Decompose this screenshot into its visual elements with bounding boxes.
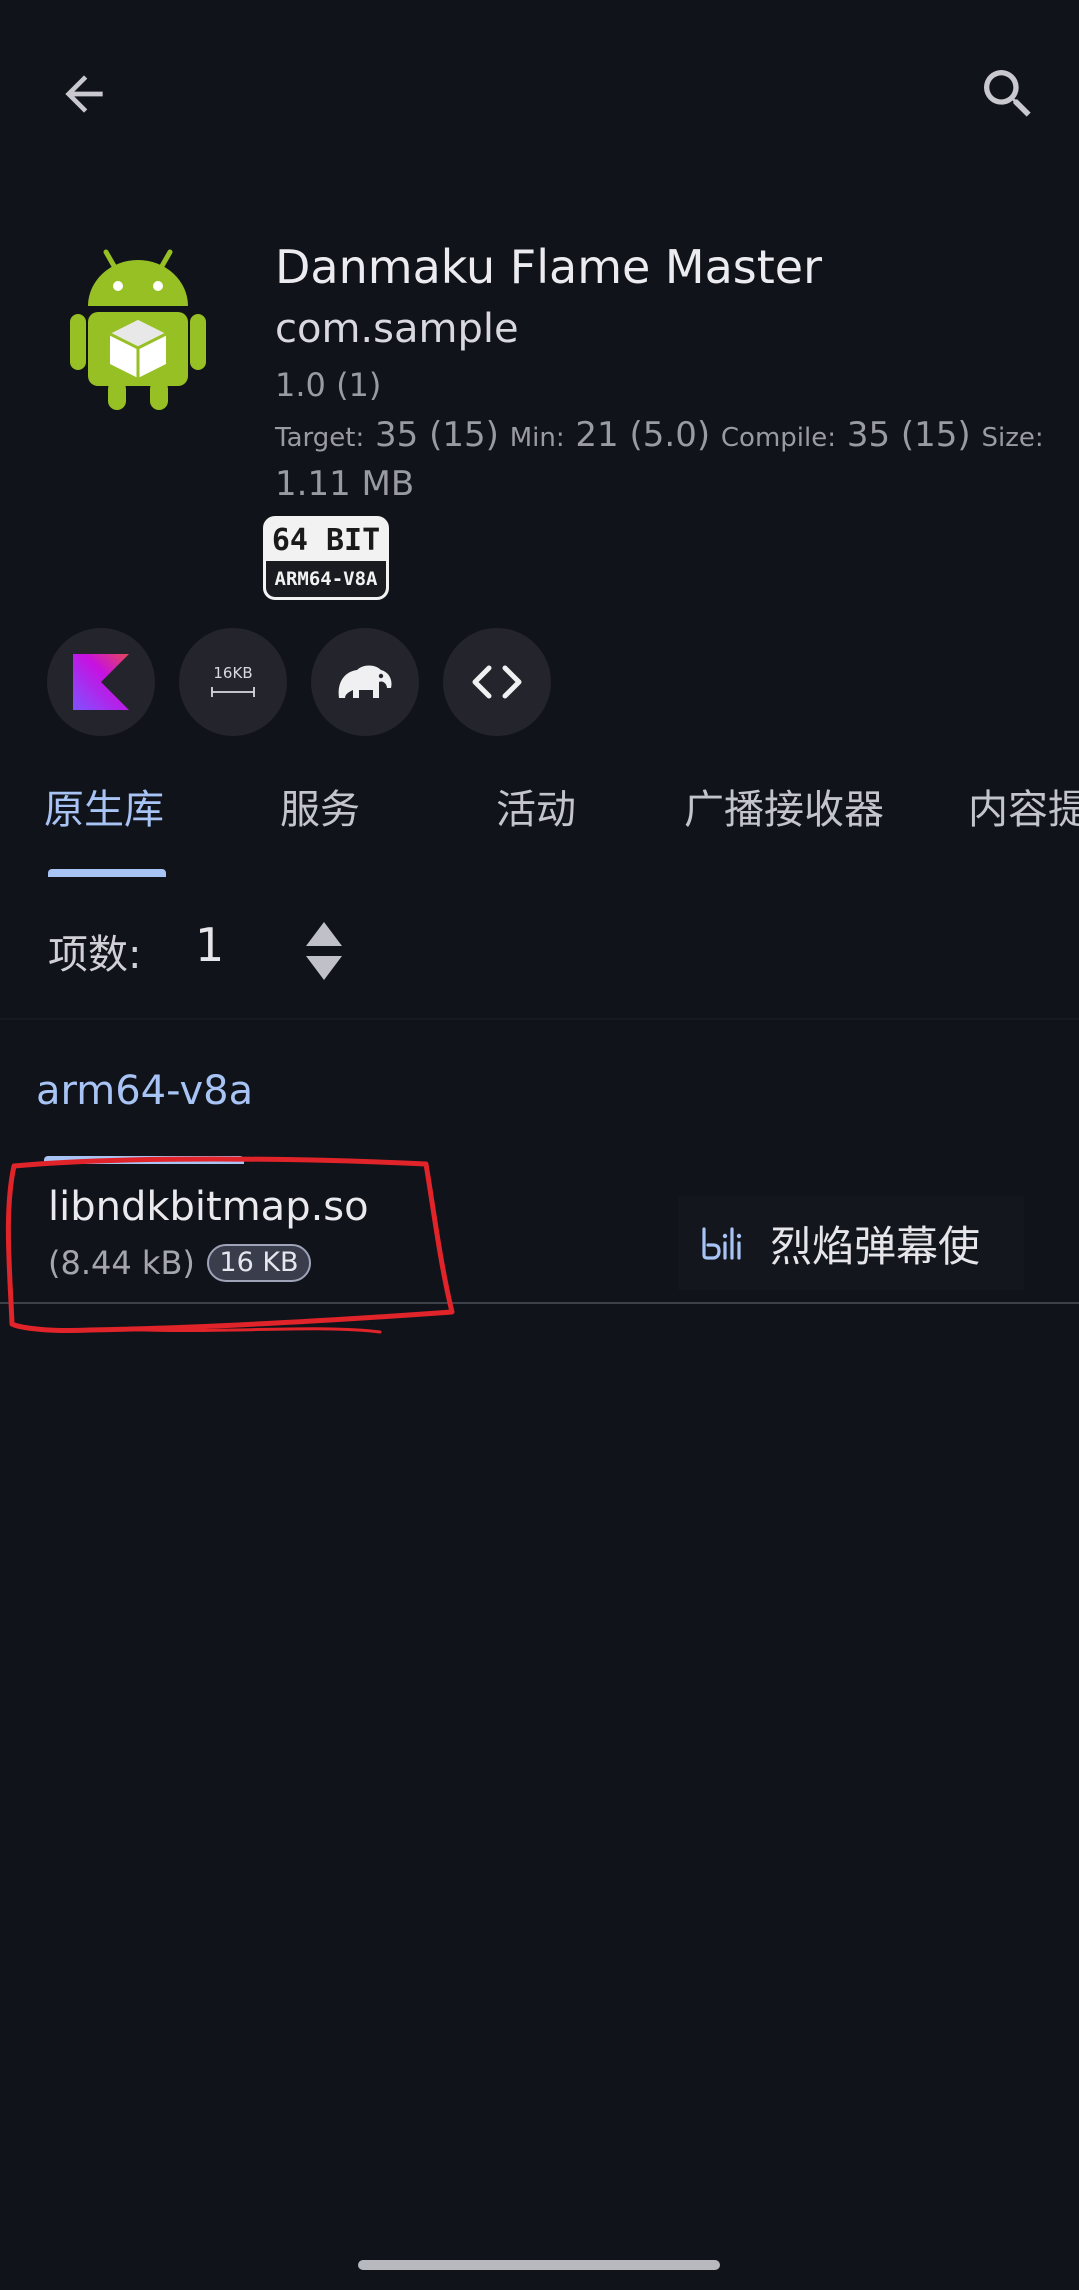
compile-label: Compile:: [720, 423, 837, 453]
app-name: Danmaku Flame Master: [275, 240, 823, 294]
row-divider: [0, 1302, 1079, 1304]
tab-native-libs[interactable]: 原生库: [44, 770, 164, 850]
min-value: 21 (5.0): [575, 415, 711, 455]
back-button[interactable]: [48, 58, 120, 130]
gradle-chip[interactable]: [311, 628, 419, 736]
page-size-label: 16KB: [213, 664, 252, 682]
section-indicator: [44, 1156, 244, 1164]
bit-badge-bottom: ARM64-V8A: [266, 561, 386, 597]
item-count-value: 1: [195, 918, 225, 972]
gradle-elephant-icon: [338, 665, 392, 698]
target-value: 35 (15): [375, 415, 499, 455]
sdk-info: Target: 35 (15) Min: 21 (5.0) Compile: 3…: [275, 412, 1045, 507]
search-icon: [984, 70, 1031, 117]
size-label: Size:: [981, 423, 1044, 453]
code-chip[interactable]: [443, 628, 551, 736]
page-size-chip[interactable]: 16KB: [179, 628, 287, 736]
abi-badge[interactable]: 64 BIT ARM64-V8A: [263, 516, 389, 600]
version-text: 1.0 (1): [275, 366, 382, 404]
target-label: Target:: [275, 423, 365, 453]
code-brackets-icon: [472, 665, 522, 699]
page-size-badge: 16 KB: [207, 1244, 311, 1282]
package-name: com.sample: [275, 306, 519, 352]
android-app-icon: [70, 249, 206, 410]
component-tabs: 原生库 服务 活动 广播接收器 内容提: [0, 770, 1079, 880]
source-app-name: 烈焰弹幕使: [770, 1221, 981, 1271]
sort-toggle-icon[interactable]: [300, 918, 348, 984]
library-name: libndkbitmap.so: [48, 1184, 369, 1230]
divider: [0, 1018, 1079, 1020]
tab-activities[interactable]: 活动: [496, 770, 576, 850]
item-count-label: 项数:: [48, 932, 142, 978]
compile-value: 35 (15): [846, 415, 971, 455]
tab-providers[interactable]: 内容提: [968, 770, 1079, 850]
min-label: Min:: [509, 423, 565, 453]
source-app-tag[interactable]: 烈焰弹幕使: [678, 1196, 1024, 1290]
bilibili-icon: [702, 1227, 742, 1260]
search-button[interactable]: [968, 58, 1048, 130]
kotlin-chip[interactable]: [47, 628, 155, 736]
bit-badge-top: 64 BIT: [271, 523, 381, 558]
abi-section-title: arm64-v8a: [36, 1068, 254, 1114]
library-size: (8.44 kB): [48, 1244, 195, 1282]
page-size-16kb-icon: 16KB: [211, 664, 255, 697]
size-value: 1.11 MB: [275, 464, 415, 504]
kotlin-icon: [73, 654, 129, 710]
tab-services[interactable]: 服务: [280, 770, 360, 850]
home-indicator[interactable]: [358, 2260, 720, 2270]
arrow-left-icon: [65, 75, 103, 113]
tab-receivers[interactable]: 广播接收器: [684, 770, 884, 850]
tab-indicator: [48, 869, 166, 877]
app-details-screen: { "header": { "back_icon": "arrow-left-i…: [0, 0, 1079, 2290]
